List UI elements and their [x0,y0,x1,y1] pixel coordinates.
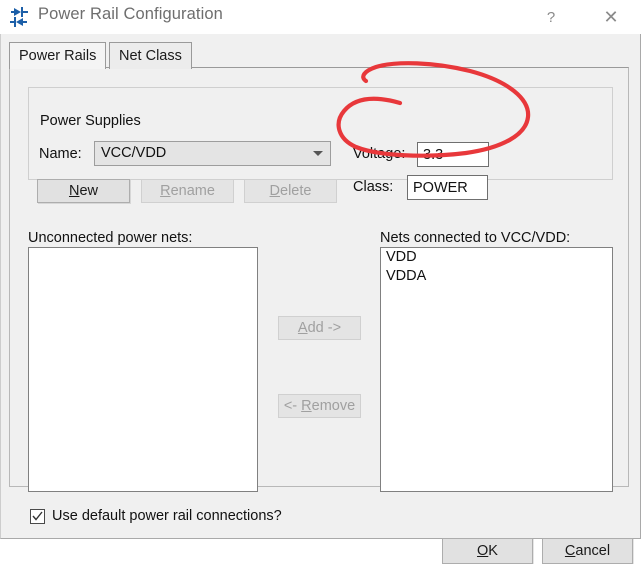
remove-button[interactable]: <- Remove [278,394,361,418]
list-item[interactable]: VDD [381,248,612,267]
close-icon[interactable]: ✕ [590,0,632,34]
new-button[interactable]: New [37,179,130,203]
title-bar: Power Rail Configuration ? ✕ [0,0,641,34]
window-title: Power Rail Configuration [38,5,223,23]
dialog-client-area: Power Rails Net Class Power Supplies Nam… [0,34,641,564]
connected-nets-list[interactable]: VDD VDDA [380,247,613,492]
chevron-down-icon [313,151,323,156]
cancel-button[interactable]: Cancel [542,538,633,564]
power-rail-configuration-dialog: Power Rail Configuration ? ✕ Power Rails… [0,0,641,564]
connected-nets-label: Nets connected to VCC/VDD: [380,230,571,246]
power-supply-name-combobox[interactable]: VCC/VDD [94,141,331,166]
voltage-label: Voltage: [353,146,406,162]
power-supplies-group-title: Power Supplies [36,113,146,129]
tab-power-rails[interactable]: Power Rails [9,42,107,69]
unconnected-nets-list[interactable] [28,247,258,492]
use-default-connections-checkbox[interactable] [30,508,45,524]
ok-button[interactable]: OK [442,538,533,564]
class-label: Class: [353,179,394,195]
voltage-field[interactable] [417,142,489,167]
use-default-connections-row[interactable]: Use default power rail connections? [30,506,282,526]
power-supply-name-value: VCC/VDD [101,145,167,161]
name-label: Name: [39,146,82,162]
tab-strip: Power Rails Net Class [9,42,629,69]
add-button[interactable]: Add -> [278,316,361,340]
list-item[interactable]: VDDA [381,267,612,286]
unconnected-nets-label: Unconnected power nets: [28,230,193,246]
class-field[interactable] [407,175,488,200]
delete-button[interactable]: Delete [244,179,337,203]
rename-button[interactable]: Rename [141,179,234,203]
tab-net-class[interactable]: Net Class [109,42,192,69]
use-default-connections-label: Use default power rail connections? [52,508,282,524]
power-rail-icon [10,6,32,28]
power-supplies-group [28,87,613,180]
help-icon[interactable]: ? [530,0,572,34]
